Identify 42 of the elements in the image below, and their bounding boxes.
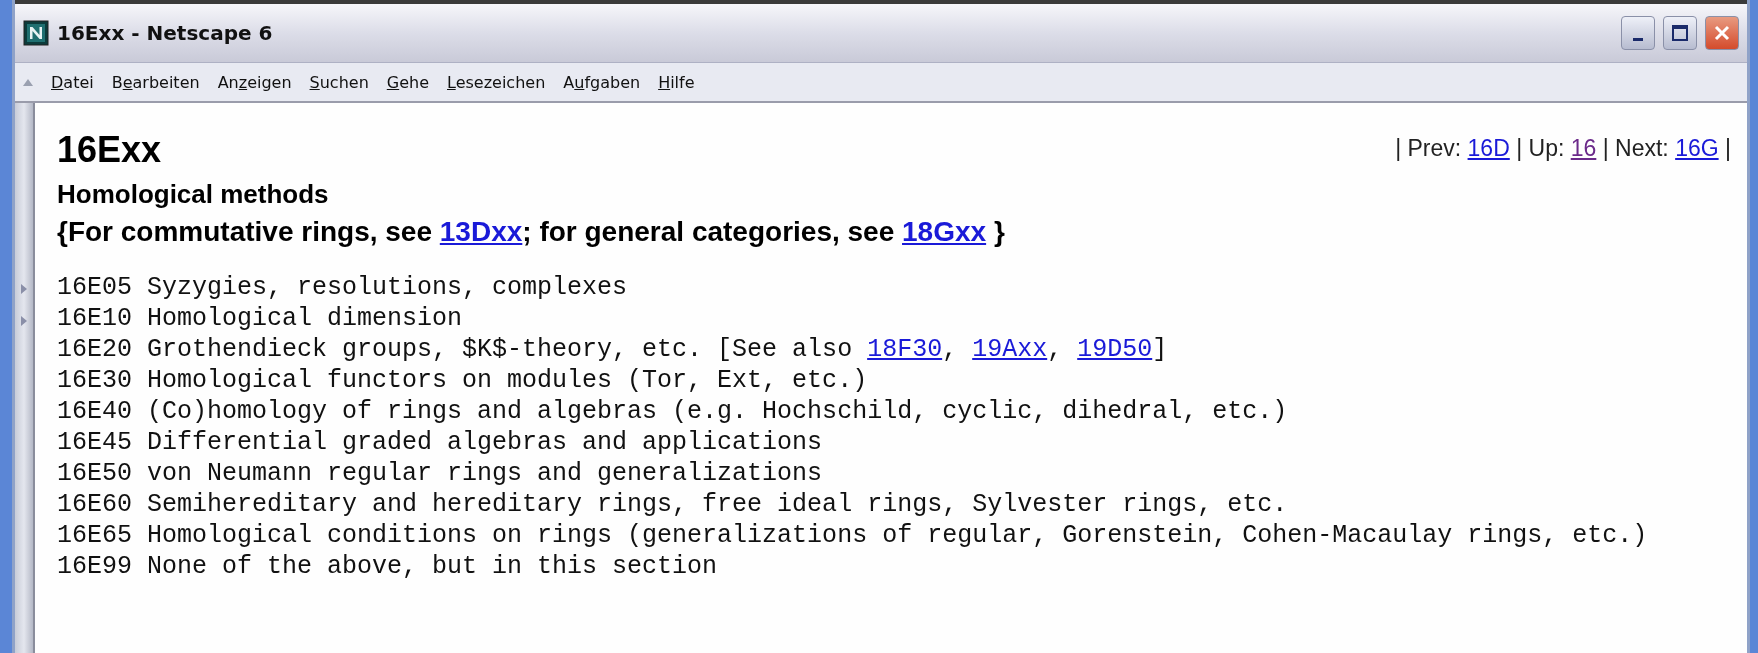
classification-entry: 16E10 Homological dimension	[57, 303, 464, 334]
navigation-text: | Prev: 16D | Up: 16 | Next: 16G |	[1395, 135, 1731, 162]
collapse-arrow-icon[interactable]	[23, 78, 33, 86]
maximize-button[interactable]	[1663, 16, 1697, 50]
classification-entry: 16E50 von Neumann regular rings and generalizations	[57, 458, 824, 489]
close-icon	[1713, 24, 1731, 42]
minimize-button[interactable]	[1621, 16, 1655, 50]
link[interactable]: 16G	[1675, 135, 1719, 161]
classification-entry: 16E65 Homological conditions on rings (generalizations of regular, Gorenstein, Cohen-Macaulay rings, etc.)	[57, 520, 1649, 551]
cross-reference-note: {For commutative rings, see 13Dxx; for general categories, see 18Gxx }	[57, 216, 1006, 248]
close-button[interactable]	[1705, 16, 1739, 50]
menu-item[interactable]: Anzeigen	[217, 72, 292, 92]
classification-entry: 16E05 Syzygies, resolutions, complexes	[57, 272, 629, 303]
menu-item[interactable]: Bearbeiten	[111, 72, 200, 92]
triangle-icon	[20, 315, 28, 327]
minimize-icon	[1633, 37, 1643, 41]
link[interactable]: 19D50	[1077, 335, 1153, 364]
page-subtitle: Homological methods	[57, 179, 330, 210]
classification-entry: 16E99 None of the above, but in this section	[57, 551, 719, 582]
triangle-icon	[20, 283, 28, 295]
page-heading: 16Exx	[57, 129, 162, 171]
link[interactable]: 18F30	[867, 335, 943, 364]
link[interactable]: 13Dxx	[439, 216, 523, 247]
link[interactable]: 18Gxx	[902, 216, 987, 247]
menu-item[interactable]: Gehe	[386, 72, 429, 92]
sidebar-grip[interactable]	[15, 103, 35, 653]
window-title: 16Exx - Netscape 6	[57, 21, 274, 45]
classification-entry: 16E20 Grothendieck groups, $K$-theory, etc. [See also 18F30, 19Axx, 19D50]	[57, 334, 1169, 365]
menu-item[interactable]: Hilfe	[658, 72, 695, 92]
classification-entry: 16E40 (Co)homology of rings and algebras (e.g. Hochschild, cyclic, dihedral, etc.)	[57, 396, 1289, 427]
classification-entry: 16E30 Homological functors on modules (Tor, Ext, etc.)	[57, 365, 869, 396]
app-logo-icon	[23, 20, 49, 46]
classification-entry: 16E60 Semihereditary and hereditary rings, free ideal rings, Sylvester rings, etc.	[57, 489, 1289, 520]
menu-item[interactable]: Aufgaben	[563, 72, 641, 92]
classification-entry: 16E45 Differential graded algebras and applications	[57, 427, 824, 458]
link[interactable]: 16D	[1467, 135, 1510, 161]
link[interactable]: 19Axx	[972, 335, 1048, 364]
maximize-icon	[1671, 24, 1689, 42]
link[interactable]: 16	[1570, 135, 1597, 161]
menu-item[interactable]: Lesezeichen	[447, 72, 546, 92]
menu-item[interactable]: Suchen	[309, 72, 369, 92]
menu-item[interactable]: Datei	[51, 72, 94, 92]
